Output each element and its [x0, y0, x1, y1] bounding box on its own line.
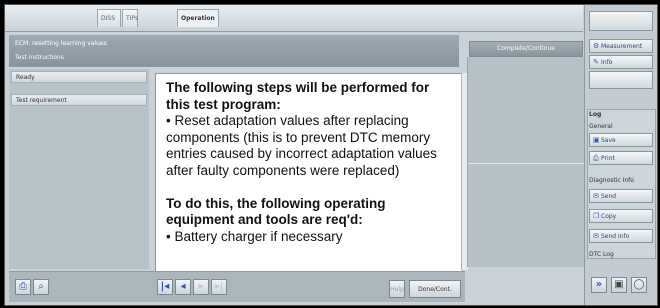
send-label: Send [601, 193, 617, 200]
diagnostic-info-label: Diagnostic Info [589, 177, 634, 184]
copy-button[interactable]: ❐ Copy [589, 209, 653, 223]
exit-icon[interactable]: ◯ [631, 277, 647, 293]
back-icon[interactable]: ◂ [175, 279, 191, 295]
first-page-icon[interactable]: |◂ [157, 279, 173, 295]
sidebar-blank-button[interactable] [589, 71, 653, 89]
stop-icon[interactable]: ▣ [611, 277, 627, 293]
tab-operation[interactable]: Operation [177, 9, 219, 27]
measurement-button[interactable]: ⚙ Measurement [589, 39, 653, 53]
print-icon: ⎙ [593, 154, 599, 162]
tab-tips[interactable]: TIPs [122, 9, 138, 27]
last-page-icon[interactable]: ▸| [211, 279, 227, 295]
send-icon: ✉ [593, 192, 599, 200]
done-continue-button[interactable]: Done/Cont. [409, 280, 461, 298]
print-button[interactable]: ⎙ Print [589, 151, 653, 165]
status-item-test-requirement[interactable]: Test requirement [11, 94, 147, 106]
save-button[interactable]: ▣Save [589, 133, 653, 147]
copy-icon: ❐ [593, 212, 600, 220]
measurement-label: Measurement [601, 43, 643, 50]
general-label: General [589, 123, 613, 130]
save-label: Save [601, 137, 616, 144]
right-sidebar: ⚙ Measurement ✎ Info Log General ▣Save ⎙ Pr… [584, 5, 657, 305]
application-window: DISS TIPs Operation ECM: resetting learn… [4, 4, 658, 306]
send-info-button[interactable]: ✉ Send info [589, 229, 653, 243]
equipment-heading: To do this, the following operating equi… [166, 195, 386, 228]
dtc-log-label: DTC Log [589, 251, 614, 258]
gear-icon: ⚙ [593, 42, 600, 50]
test-subtitle: Test instructions [15, 54, 64, 61]
equipment-bullet: • Battery charger if necessary [166, 228, 343, 244]
send-info-label: Send info [601, 233, 630, 240]
info-label: Info [601, 59, 613, 66]
send-info-icon: ✉ [593, 232, 599, 240]
print-label: Print [601, 155, 615, 162]
test-title: ECM: resetting learning values [15, 40, 107, 47]
sidebar-top-button[interactable] [589, 11, 653, 31]
log-title: Log [589, 111, 602, 118]
instructions-bullet: • Reset adaptation values after replacin… [166, 113, 437, 178]
tab-diss[interactable]: DISS [97, 9, 121, 27]
instructions-panel: The following steps will be performed fo… [155, 73, 463, 272]
chevron-right-icon[interactable]: » [591, 277, 607, 293]
print-icon[interactable]: ⎙ [15, 279, 31, 295]
send-button[interactable]: ✉ Send [589, 189, 653, 203]
results-pane [467, 57, 584, 267]
forward-icon[interactable]: ▸ [193, 279, 209, 295]
tab-bar: DISS TIPs Operation [5, 5, 583, 32]
test-header: ECM: resetting learning values Test inst… [9, 35, 459, 67]
complete-continue-button[interactable]: Complete/Continue [469, 41, 583, 57]
copy-label: Copy [601, 213, 617, 220]
instructions-heading: The following steps will be performed fo… [166, 80, 430, 112]
help-button[interactable]: Help [389, 280, 405, 298]
search-icon[interactable]: ⌕ [33, 279, 49, 295]
wrench-icon: ✎ [593, 58, 599, 66]
save-icon: ▣ [593, 136, 600, 144]
bottom-toolbar: ⎙ ⌕ |◂ ◂ ▸ ▸| Help Done/Cont. [9, 271, 465, 302]
info-button[interactable]: ✎ Info [589, 55, 653, 69]
status-item-ready[interactable]: Ready [11, 71, 147, 83]
